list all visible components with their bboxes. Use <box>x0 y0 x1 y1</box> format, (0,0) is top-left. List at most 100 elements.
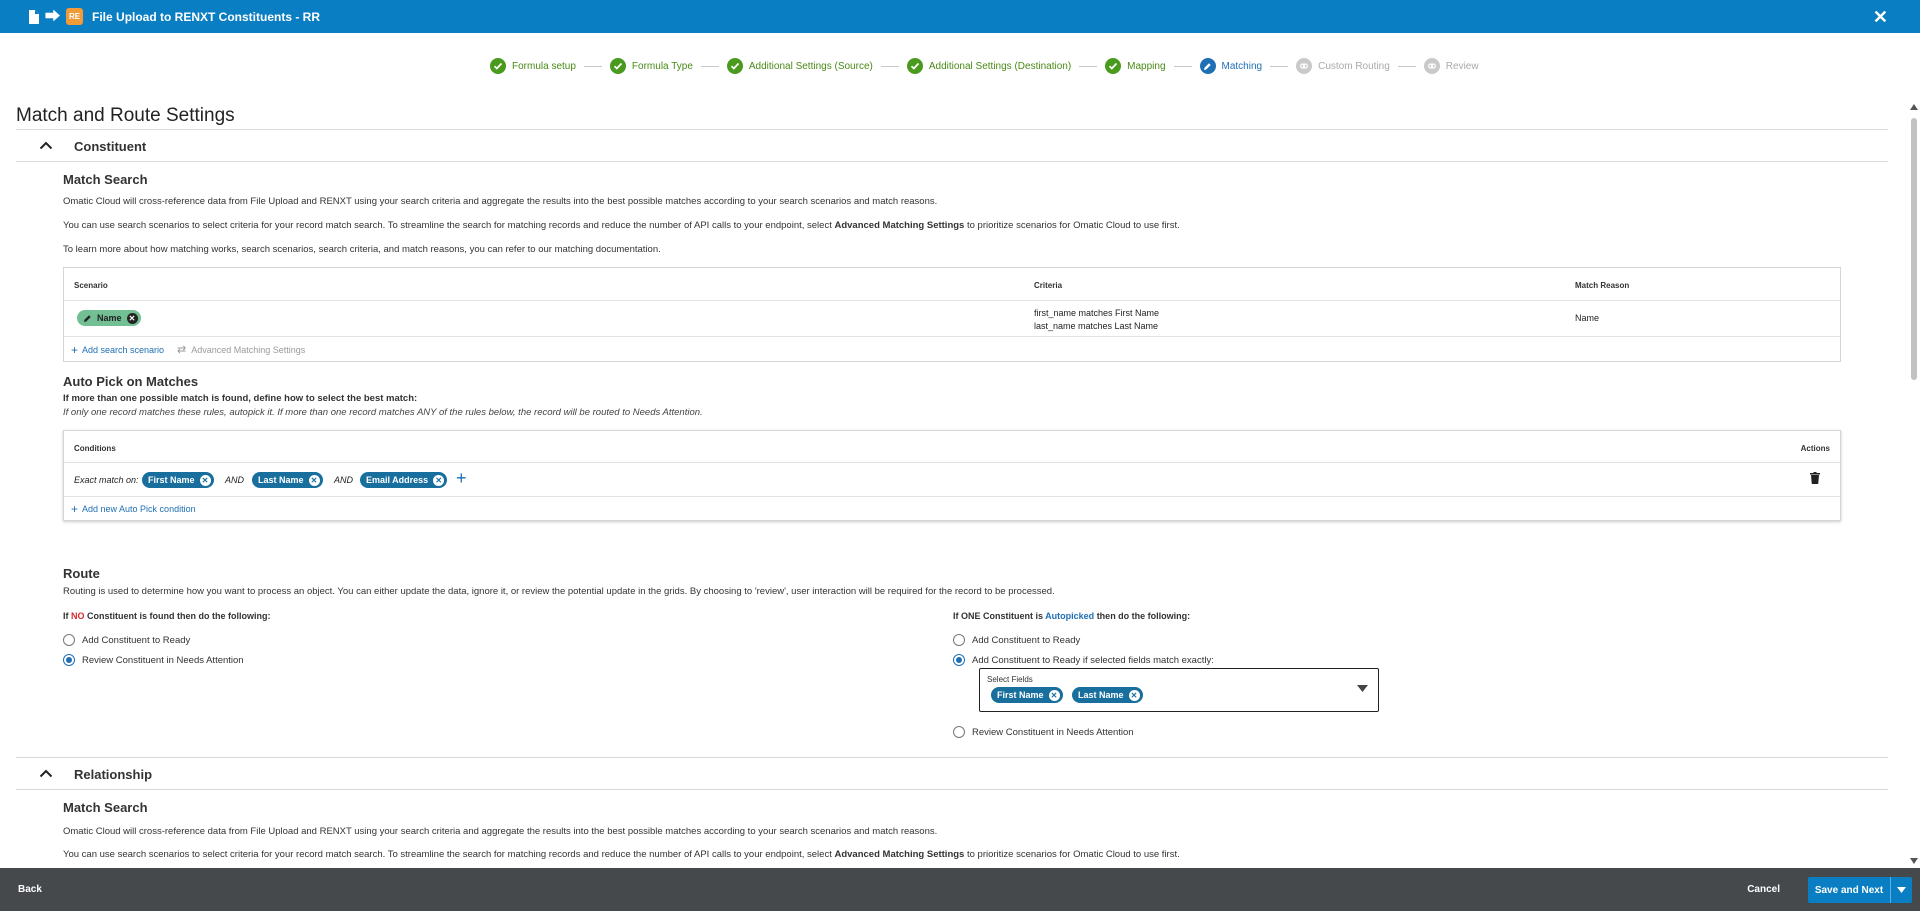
step-label: Custom Routing <box>1318 60 1390 72</box>
cancel-button[interactable]: Cancel <box>1747 884 1780 895</box>
save-and-next-button[interactable]: Save and Next <box>1808 877 1912 903</box>
match-reason-cell: Name <box>1575 313 1600 323</box>
relationship-match-search-heading: Match Search <box>63 800 148 815</box>
scroll-up-icon[interactable] <box>1910 104 1918 110</box>
advanced-matching-settings-button[interactable]: ⇄ Advanced Matching Settings <box>177 343 305 356</box>
step-matching[interactable]: Matching <box>1199 58 1263 74</box>
radio-no-add-to-ready[interactable]: Add Constituent to Ready <box>63 634 190 646</box>
autopicked-keyword: Autopicked <box>1045 611 1095 621</box>
match-search-description: Omatic Cloud will cross-reference data f… <box>63 196 938 207</box>
select-fields-dropdown[interactable]: Select Fields First Name ✕ Last Name ✕ <box>979 668 1379 712</box>
chip-label: Last Name <box>258 475 304 485</box>
label-text-end: then do the following: <box>1094 611 1191 621</box>
scenario-chip-label: Name <box>97 313 122 323</box>
pencil-icon <box>84 314 91 322</box>
radio-button[interactable] <box>63 634 75 646</box>
section-header-relationship[interactable]: Relationship <box>16 758 1888 790</box>
remove-icon[interactable]: ✕ <box>1128 689 1140 701</box>
window-title: File Upload to RENXT Constituents - RR <box>92 9 321 24</box>
chip-label: Email Address <box>366 475 429 485</box>
step-formula-setup[interactable]: Formula setup <box>490 58 576 74</box>
plus-icon: + <box>71 502 79 516</box>
link-icon <box>1423 58 1440 74</box>
remove-icon[interactable]: ✕ <box>199 474 211 486</box>
check-icon <box>726 58 743 74</box>
step-mapping[interactable]: Mapping <box>1105 58 1166 74</box>
scenario-chip[interactable]: Name ✕ <box>77 310 141 326</box>
document-icon <box>28 9 39 24</box>
remove-icon[interactable]: ✕ <box>1048 689 1060 701</box>
relationship-match-search-tip: You can use search scenarios to select c… <box>63 849 1180 860</box>
step-additional-settings-destination[interactable]: Additional Settings (Destination) <box>906 58 1072 74</box>
scroll-down-icon[interactable] <box>1910 858 1918 864</box>
section-header-constituent[interactable]: Constituent <box>16 130 1888 162</box>
condition-chip-first-name[interactable]: First Name ✕ <box>142 472 214 488</box>
remove-icon[interactable]: ✕ <box>126 312 138 324</box>
radio-button[interactable] <box>953 654 965 666</box>
caret-down-icon[interactable] <box>1357 684 1368 695</box>
re-logo-icon: RE <box>66 8 84 25</box>
exact-match-label: Exact match on: <box>74 475 139 485</box>
field-chip-first-name[interactable]: First Name ✕ <box>991 687 1063 703</box>
radio-no-review-needs-attention[interactable]: Review Constituent in Needs Attention <box>63 654 244 666</box>
chip-label: First Name <box>148 475 195 485</box>
radio-button[interactable] <box>953 634 965 646</box>
radio-one-add-if-fields-match[interactable]: Add Constituent to Ready if selected fie… <box>953 654 1214 666</box>
scrollbar-thumb[interactable] <box>1911 118 1917 380</box>
step-separator <box>583 65 602 67</box>
step-formula-type[interactable]: Formula Type <box>609 58 693 74</box>
radio-label: Add Constituent to Ready <box>82 634 191 646</box>
step-custom-routing[interactable]: Custom Routing <box>1296 58 1390 74</box>
condition-chip-email-address[interactable]: Email Address ✕ <box>360 472 448 488</box>
remove-icon[interactable]: ✕ <box>433 474 445 486</box>
tip-bold: Advanced Matching Settings <box>834 220 965 231</box>
step-label: Additional Settings (Destination) <box>928 60 1072 72</box>
radio-button[interactable] <box>953 726 965 738</box>
route-autopicked-label: If ONE Constituent is Autopicked then do… <box>953 611 1190 621</box>
radio-one-review-needs-attention[interactable]: Review Constituent in Needs Attention <box>953 726 1134 738</box>
trash-icon[interactable] <box>1810 472 1820 487</box>
back-button[interactable]: Back <box>18 884 42 895</box>
radio-one-add-to-ready[interactable]: Add Constituent to Ready <box>953 634 1080 646</box>
tip-text-end: to prioritize scenarios for Omatic Cloud… <box>964 849 1180 860</box>
add-auto-pick-condition-link[interactable]: + Add new Auto Pick condition <box>71 502 196 516</box>
radio-button[interactable] <box>63 654 75 666</box>
step-separator <box>880 65 899 67</box>
table-header: Scenario Criteria Match Reason <box>64 268 1840 301</box>
auto-pick-note: If only one record matches these rules, … <box>63 407 703 418</box>
step-additional-settings-source[interactable]: Additional Settings (Source) <box>726 58 873 74</box>
add-search-scenario-link[interactable]: + Add search scenario <box>71 343 164 357</box>
condition-chip-last-name[interactable]: Last Name ✕ <box>252 472 323 488</box>
section-title: Constituent <box>74 138 147 154</box>
swap-icon: ⇄ <box>177 344 187 356</box>
criteria-cell: first_name matches First Name last_name … <box>1034 307 1159 333</box>
auto-pick-heading: Auto Pick on Matches <box>63 374 199 389</box>
close-icon[interactable]: ✕ <box>1873 7 1888 28</box>
match-search-docs-note: To learn more about how matching works, … <box>63 244 661 255</box>
step-separator <box>1173 65 1192 67</box>
arrow-right-icon: ⮕ <box>45 8 61 25</box>
relationship-match-search-description: Omatic Cloud will cross-reference data f… <box>63 826 938 837</box>
page-title: Match and Route Settings <box>16 105 235 126</box>
step-review[interactable]: Review <box>1423 58 1479 74</box>
title-bar: ⮕ RE File Upload to RENXT Constituents -… <box>0 0 1920 33</box>
check-icon <box>1105 58 1122 74</box>
col-criteria: Criteria <box>1034 281 1063 290</box>
vertical-scrollbar[interactable] <box>1908 102 1920 866</box>
step-separator <box>700 65 719 67</box>
match-search-heading: Match Search <box>63 172 148 187</box>
chevron-up-icon[interactable] <box>26 765 66 783</box>
step-label: Formula setup <box>512 60 576 72</box>
label-text: If ONE Constituent is <box>953 611 1046 621</box>
select-fields-label: Select Fields <box>987 675 1033 684</box>
field-chip-last-name[interactable]: Last Name ✕ <box>1072 687 1143 703</box>
tip-text: You can use search scenarios to select c… <box>63 220 835 231</box>
step-label: Matching <box>1221 60 1263 72</box>
caret-down-icon[interactable] <box>1890 877 1912 903</box>
step-label: Mapping <box>1127 60 1166 72</box>
remove-icon[interactable]: ✕ <box>308 474 320 486</box>
divider <box>16 161 1888 162</box>
add-condition-plus-icon[interactable]: + <box>456 468 467 489</box>
link-icon <box>1296 58 1313 74</box>
chevron-up-icon[interactable] <box>26 137 66 155</box>
